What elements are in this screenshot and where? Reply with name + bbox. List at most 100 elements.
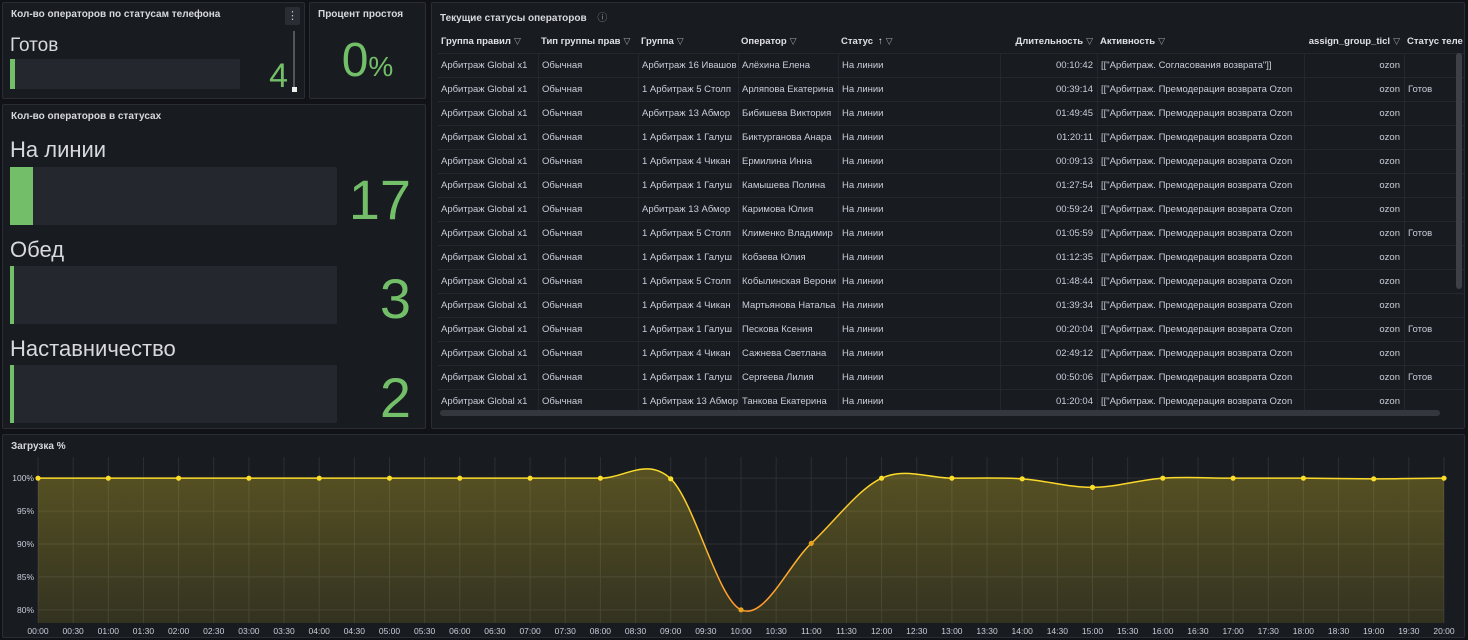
column-header[interactable]: assign_group_ticl ▽ <box>1304 29 1404 53</box>
table-cell: [["Арбитраж. Премодерация возврата Ozon <box>1097 270 1304 293</box>
data-point[interactable] <box>1441 475 1447 481</box>
data-point[interactable] <box>527 475 533 481</box>
table-row[interactable]: Арбитраж Global x1 Обычная 1 Арбитраж 4 Чи… <box>438 149 1464 173</box>
data-point[interactable] <box>949 475 955 481</box>
x-tick-label: 18:30 <box>1328 626 1350 636</box>
info-icon[interactable]: ⓘ <box>597 13 607 24</box>
data-point[interactable] <box>668 476 674 482</box>
x-tick-label: 06:00 <box>449 626 471 636</box>
table-cell: ozon <box>1304 150 1404 173</box>
column-header[interactable]: Оператор ▽ <box>738 29 838 53</box>
sort-ascending-icon[interactable]: ↑ <box>878 36 883 47</box>
table-cell: Арбитраж Global x1 <box>441 204 528 215</box>
data-point[interactable] <box>808 540 814 546</box>
data-point[interactable] <box>176 475 182 481</box>
table-cell: ozon <box>1304 54 1404 77</box>
table-cell: Арбитраж Global x1 <box>441 252 528 263</box>
data-point[interactable] <box>35 475 41 481</box>
data-point[interactable] <box>738 607 744 613</box>
table-cell: Готов <box>1404 366 1464 389</box>
x-tick-label: 07:30 <box>555 626 577 636</box>
data-point[interactable] <box>1160 475 1166 481</box>
filter-icon[interactable]: ▽ <box>623 29 630 53</box>
data-point[interactable] <box>879 475 885 481</box>
table-cell: На линии <box>838 174 1000 197</box>
column-header-label: Тип группы прав <box>541 36 621 47</box>
table-cell: ozon <box>1304 222 1404 245</box>
column-header[interactable]: Активность ▽ <box>1097 29 1304 53</box>
table-cell: Каримова Юлия <box>738 198 838 221</box>
table-row[interactable]: Арбитраж Global x1 Обычная 1 Арбитраж 4 Чи… <box>438 293 1464 317</box>
data-point[interactable] <box>316 475 322 481</box>
table-row[interactable]: Арбитраж Global x1 Обычная 1 Арбитраж 1 Га… <box>438 365 1464 389</box>
table-row[interactable]: Арбитраж Global x1 Обычная 1 Арбитраж 4 Чи… <box>438 341 1464 365</box>
data-point[interactable] <box>1019 476 1025 482</box>
filter-icon[interactable]: ▽ <box>1086 29 1093 53</box>
x-tick-label: 01:00 <box>98 626 120 636</box>
table-row[interactable]: Арбитраж Global x1 Обычная Арбитраж 13 Абм… <box>438 101 1464 125</box>
filter-icon[interactable]: ▽ <box>1158 29 1165 53</box>
bar-gauge-label: Обед <box>10 237 65 262</box>
data-point[interactable] <box>105 475 111 481</box>
y-tick-label: 90% <box>17 539 34 549</box>
table-row[interactable]: Арбитраж Global x1 Обычная 1 Арбитраж 1 Га… <box>438 125 1464 149</box>
table-cell: На линии <box>838 222 1000 245</box>
table-cell: На линии <box>838 270 1000 293</box>
filter-icon[interactable]: ▽ <box>677 29 684 53</box>
bar-gauge-fill <box>10 59 15 89</box>
x-tick-label: 11:30 <box>836 626 857 636</box>
table-cell: Пескова Ксения <box>738 318 838 341</box>
table-cell: [["Арбитраж. Премодерация возврата Ozon <box>1097 150 1304 173</box>
data-point[interactable] <box>597 475 604 481</box>
table-cell: Арбитраж 16 Ивашов <box>638 54 738 77</box>
x-tick-label: 05:30 <box>414 626 436 636</box>
x-tick-label: 06:30 <box>484 626 506 636</box>
table-row[interactable]: Арбитраж Global x1 Обычная Арбитраж 13 Абм… <box>438 197 1464 221</box>
data-point[interactable] <box>1300 475 1306 481</box>
table-cell: 01:20:11 <box>1000 126 1097 149</box>
current-status-panel: Текущие статусы операторов ⓘ Группа прав… <box>431 2 1465 429</box>
data-point[interactable] <box>246 475 252 481</box>
y-tick-label: 95% <box>17 506 34 516</box>
table-row[interactable]: Арбитраж Global x1 Обычная 1 Арбитраж 1 Га… <box>438 173 1464 197</box>
column-header[interactable]: Статус теле▽ <box>1404 29 1464 53</box>
table-row[interactable]: Арбитраж Global x1 Обычная Арбитраж 16 Ива… <box>438 53 1464 77</box>
table-cell: [["Арбитраж. Премодерация возврата Ozon <box>1097 222 1304 245</box>
filter-icon[interactable]: ▽ <box>1393 29 1400 53</box>
panel-menu-icon[interactable]: ⋮ <box>285 7 300 25</box>
table-cell: На линии <box>838 198 1000 221</box>
x-tick-label: 12:30 <box>906 626 928 636</box>
column-header[interactable]: Статус ↑ ▽ <box>838 29 1000 53</box>
resize-handle[interactable] <box>292 87 297 92</box>
table-row[interactable]: Арбитраж Global x1 Обычная 1 Арбитраж 5 Ст… <box>438 77 1464 101</box>
column-header[interactable]: Длительность ▽ <box>1000 29 1097 53</box>
data-point[interactable] <box>1089 484 1096 490</box>
data-point[interactable] <box>1371 476 1377 482</box>
table-cell: [["Арбитраж. Премодерация возврата Ozon <box>1097 78 1304 101</box>
horizontal-scrollbar[interactable] <box>440 410 1440 416</box>
table-cell: На линии <box>838 366 1000 389</box>
filter-icon[interactable]: ▽ <box>886 29 893 53</box>
data-point[interactable] <box>386 475 393 481</box>
panel-title: Текущие статусы операторов ⓘ <box>440 9 607 24</box>
filter-icon[interactable]: ▽ <box>790 29 797 53</box>
column-header[interactable]: Группа ▽ <box>638 29 738 53</box>
filter-icon[interactable]: ▽ <box>514 29 521 53</box>
table-row[interactable]: Арбитраж Global x1 Обычная 1 Арбитраж 5 Ст… <box>438 221 1464 245</box>
table-cell: Клименко Владимир <box>738 222 838 245</box>
bar-gauge-value: 17 <box>348 168 411 231</box>
table-cell <box>1404 294 1464 317</box>
vertical-scrollbar[interactable] <box>1456 53 1462 289</box>
column-header[interactable]: Тип группы прав ▽ <box>538 29 638 53</box>
table-row[interactable]: Арбитраж Global x1 Обычная 1 Арбитраж 1 Га… <box>438 245 1464 269</box>
table-cell: Арбитраж Global x1 <box>441 108 528 119</box>
table-row[interactable]: Арбитраж Global x1 Обычная 1 Арбитраж 1 Га… <box>438 317 1464 341</box>
column-header[interactable]: Группа правил ▽ <box>438 29 538 53</box>
load-chart-panel: Загрузка % 00:00 00:30 01:00 01:30 02:00 02:3… <box>2 434 1465 638</box>
data-point[interactable] <box>457 475 463 481</box>
table-row[interactable]: Арбитраж Global x1 Обычная 1 Арбитраж 5 Ст… <box>438 269 1464 293</box>
scrollbar[interactable] <box>293 31 295 91</box>
load-line-chart[interactable]: 00:00 00:30 01:00 01:30 02:00 02:30 03:00 03:30… <box>3 435 1465 638</box>
data-point[interactable] <box>1230 475 1236 481</box>
x-tick-label: 16:00 <box>1152 626 1174 636</box>
